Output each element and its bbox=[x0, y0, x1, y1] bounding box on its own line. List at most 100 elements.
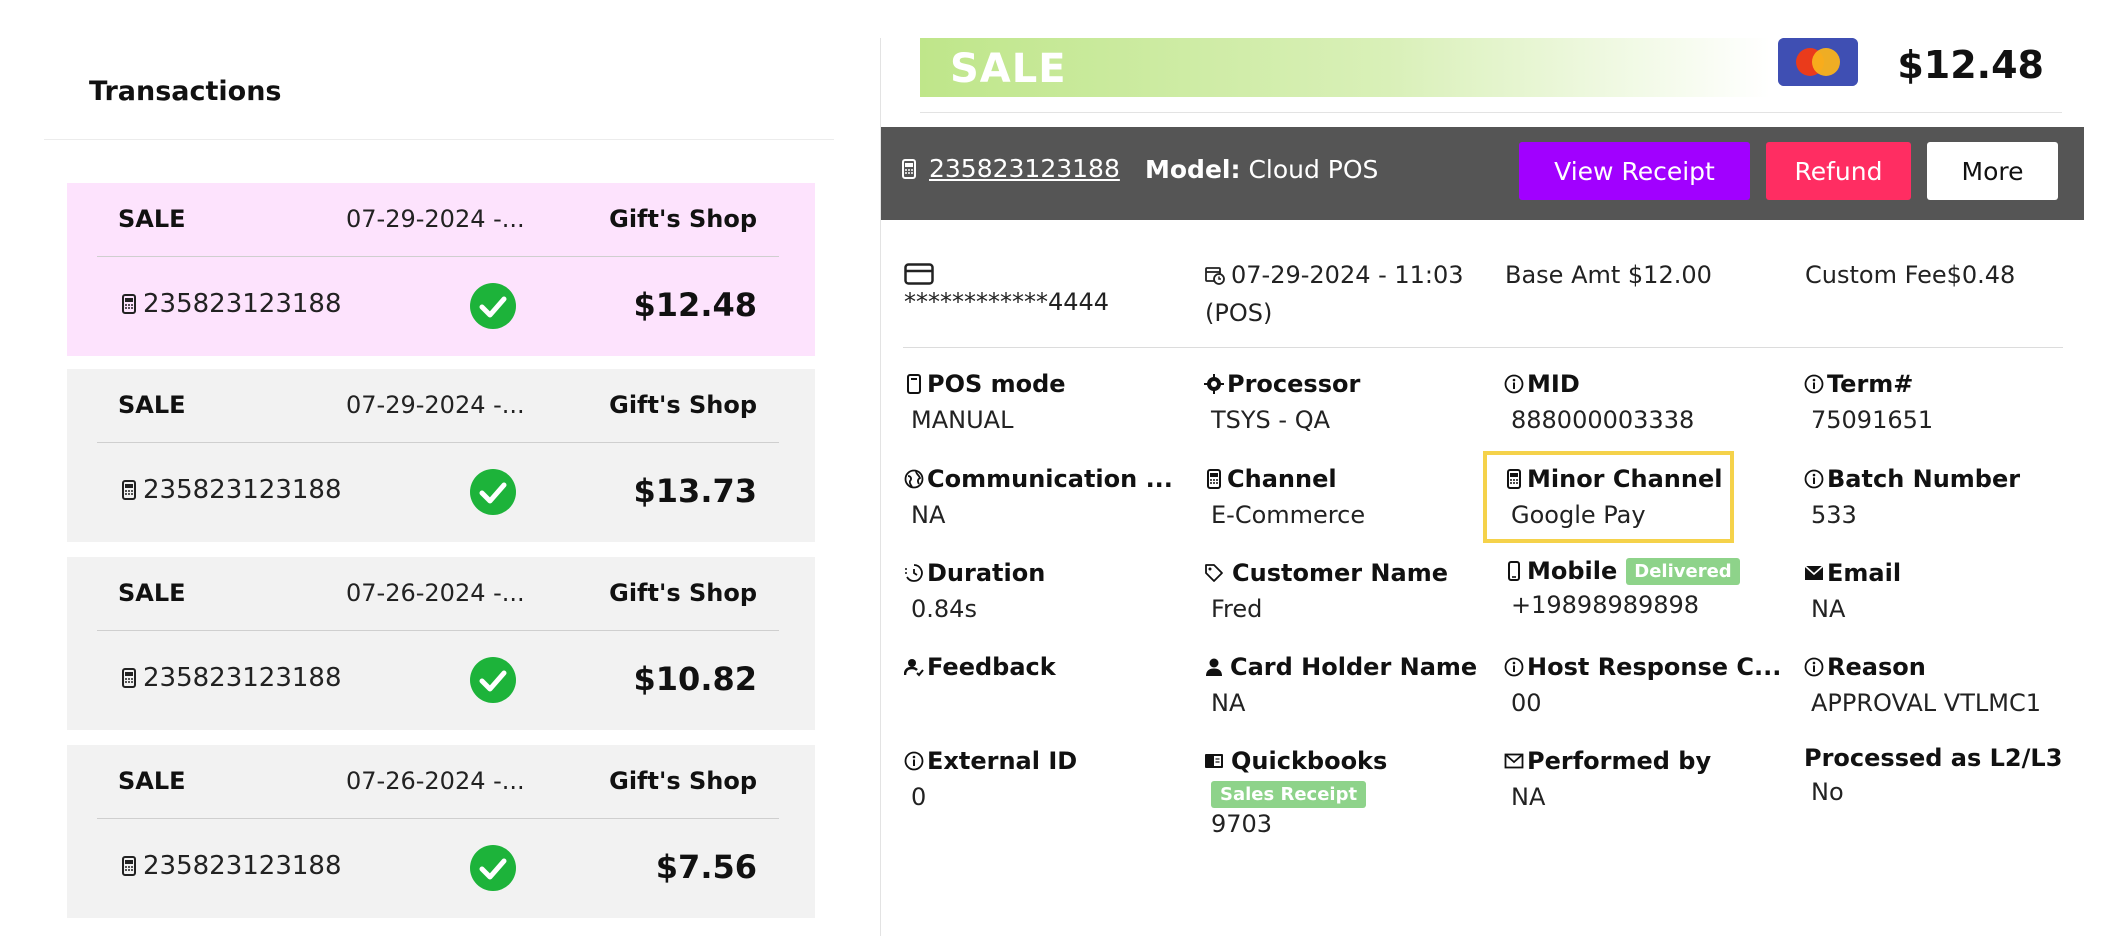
txn-shop: Gift's Shop bbox=[609, 205, 757, 233]
field-label: Communication ... bbox=[927, 465, 1173, 493]
field-value: NA bbox=[1211, 689, 1246, 717]
field-customer-name: Customer Name Fred bbox=[1204, 559, 1448, 623]
sale-banner: SALE bbox=[920, 38, 1770, 97]
sales-receipt-badge: Sales Receipt bbox=[1211, 781, 1367, 808]
model-value: Cloud POS bbox=[1248, 155, 1379, 184]
field-value: MANUAL bbox=[911, 406, 1014, 434]
txn-id: 235823123188 bbox=[143, 851, 342, 881]
divider bbox=[44, 139, 834, 140]
pos-terminal-icon bbox=[1207, 469, 1221, 489]
mastercard-icon bbox=[1778, 38, 1858, 86]
field-label: Performed by bbox=[1527, 747, 1712, 775]
field-label: POS mode bbox=[927, 370, 1066, 398]
field-value: TSYS - QA bbox=[1211, 406, 1331, 434]
transaction-card[interactable]: SALE 07-26-2024 -... Gift's Shop 2358231… bbox=[67, 557, 815, 730]
txn-amount: $7.56 bbox=[655, 848, 757, 886]
transactions-panel: Transactions SALE 07-29-2024 -... Gift's… bbox=[0, 0, 880, 936]
txn-date: 07-29-2024 -... bbox=[346, 205, 525, 233]
refund-button[interactable]: Refund bbox=[1766, 142, 1911, 200]
txn-source: (POS) bbox=[1205, 299, 1273, 327]
success-check-icon bbox=[470, 469, 516, 515]
info-icon bbox=[1804, 657, 1824, 677]
pos-terminal-icon bbox=[122, 668, 136, 688]
field-label: Quickbooks bbox=[1231, 747, 1388, 775]
txn-id-row: 235823123188 bbox=[119, 475, 342, 505]
highlight-box bbox=[1483, 451, 1734, 543]
success-check-icon bbox=[470, 283, 516, 329]
txn-id-link-text: 235823123188 bbox=[929, 154, 1120, 183]
txn-type: SALE bbox=[118, 205, 186, 233]
field-label: Processor bbox=[1227, 370, 1361, 398]
field-mobile: Mobile Delivered +19898989898 bbox=[1504, 557, 1740, 619]
info-icon bbox=[904, 751, 924, 771]
transaction-card[interactable]: SALE 07-26-2024 -... Gift's Shop 2358231… bbox=[67, 745, 815, 918]
field-feedback: Feedback bbox=[904, 653, 1056, 689]
field-host-response: Host Response C... 00 bbox=[1504, 653, 1781, 717]
txn-amount: $10.82 bbox=[633, 660, 757, 698]
success-check-icon bbox=[470, 845, 516, 891]
txn-type: SALE bbox=[118, 579, 186, 607]
card-number: ************4444 bbox=[904, 288, 1110, 316]
custom-fee: Custom Fee$0.48 bbox=[1805, 261, 2016, 289]
txn-datetime: 07-29-2024 - 11:03 bbox=[1231, 261, 1464, 289]
txn-amount: $12.48 bbox=[633, 286, 757, 324]
field-performed-by: Performed by NA bbox=[1504, 747, 1711, 811]
txn-shop: Gift's Shop bbox=[609, 767, 757, 795]
field-label: Card Holder Name bbox=[1230, 653, 1478, 681]
transaction-card[interactable]: SALE 07-29-2024 -... Gift's Shop 2358231… bbox=[67, 369, 815, 542]
processor-chip-icon bbox=[1204, 374, 1224, 394]
transaction-toolbar: 235823123188 Model: Cloud POS View Recei… bbox=[881, 127, 2084, 220]
field-label: Host Response C... bbox=[1527, 653, 1782, 681]
more-button[interactable]: More bbox=[1927, 142, 2058, 200]
divider bbox=[920, 112, 2062, 113]
person-icon bbox=[1206, 658, 1222, 676]
card-separator bbox=[97, 256, 779, 257]
transactions-title: Transactions bbox=[89, 76, 282, 107]
field-value: APPROVAL VTLMC1 bbox=[1811, 689, 2041, 717]
field-label: Processed as L2/L3 bbox=[1804, 744, 2063, 772]
datetime-block: 07-29-2024 - 11:03 (POS) bbox=[1205, 256, 1464, 332]
field-channel: Channel E-Commerce bbox=[1204, 465, 1365, 529]
txn-id-row: 235823123188 bbox=[119, 663, 342, 693]
txn-date: 07-26-2024 -... bbox=[346, 579, 525, 607]
email-icon bbox=[1804, 565, 1824, 580]
sale-label: SALE bbox=[950, 46, 1067, 92]
field-label: Duration bbox=[927, 559, 1046, 587]
mobile-phone-icon bbox=[1508, 561, 1520, 581]
field-value: No bbox=[1811, 778, 1844, 806]
field-label: Batch Number bbox=[1827, 465, 2021, 493]
field-email: Email NA bbox=[1804, 559, 1901, 623]
field-communication: Communication ... NA bbox=[904, 465, 1173, 529]
field-reason: Reason APPROVAL VTLMC1 bbox=[1804, 653, 2041, 717]
txn-id-row: 235823123188 bbox=[119, 851, 342, 881]
field-value: +19898989898 bbox=[1511, 591, 1700, 619]
globe-icon bbox=[904, 469, 924, 489]
model-label: Model: bbox=[1145, 155, 1241, 184]
divider bbox=[903, 347, 2063, 348]
field-quickbooks: Quickbooks Sales Receipt 9703 bbox=[1204, 747, 1387, 838]
txn-id: 235823123188 bbox=[143, 475, 342, 505]
field-processed-l2l3: Processed as L2/L3 No bbox=[1804, 744, 2062, 806]
txn-type: SALE bbox=[118, 391, 186, 419]
timer-icon bbox=[905, 564, 923, 582]
transaction-card[interactable]: SALE 07-29-2024 -... Gift's Shop 2358231… bbox=[67, 183, 815, 356]
model-info: Model: Cloud POS bbox=[1145, 155, 1378, 184]
txn-id-link[interactable]: 235823123188 bbox=[899, 154, 1120, 183]
pos-terminal-icon bbox=[902, 158, 916, 179]
transaction-amount: $12.48 bbox=[1897, 43, 2044, 87]
txn-id: 235823123188 bbox=[143, 289, 342, 319]
tag-icon bbox=[1205, 564, 1223, 582]
txn-id: 235823123188 bbox=[143, 663, 342, 693]
field-label: Feedback bbox=[927, 653, 1056, 681]
card-separator bbox=[97, 442, 779, 443]
field-label: MID bbox=[1527, 370, 1580, 398]
view-receipt-button[interactable]: View Receipt bbox=[1519, 142, 1750, 200]
book-icon bbox=[1205, 754, 1223, 768]
txn-shop: Gift's Shop bbox=[609, 391, 757, 419]
field-value: NA bbox=[1811, 595, 1846, 623]
field-card-holder-name: Card Holder Name NA bbox=[1204, 653, 1477, 717]
field-label: Email bbox=[1827, 559, 1902, 587]
field-mid: MID 888000003338 bbox=[1504, 370, 1694, 434]
field-value: 0 bbox=[911, 783, 927, 811]
field-value: NA bbox=[911, 501, 946, 529]
